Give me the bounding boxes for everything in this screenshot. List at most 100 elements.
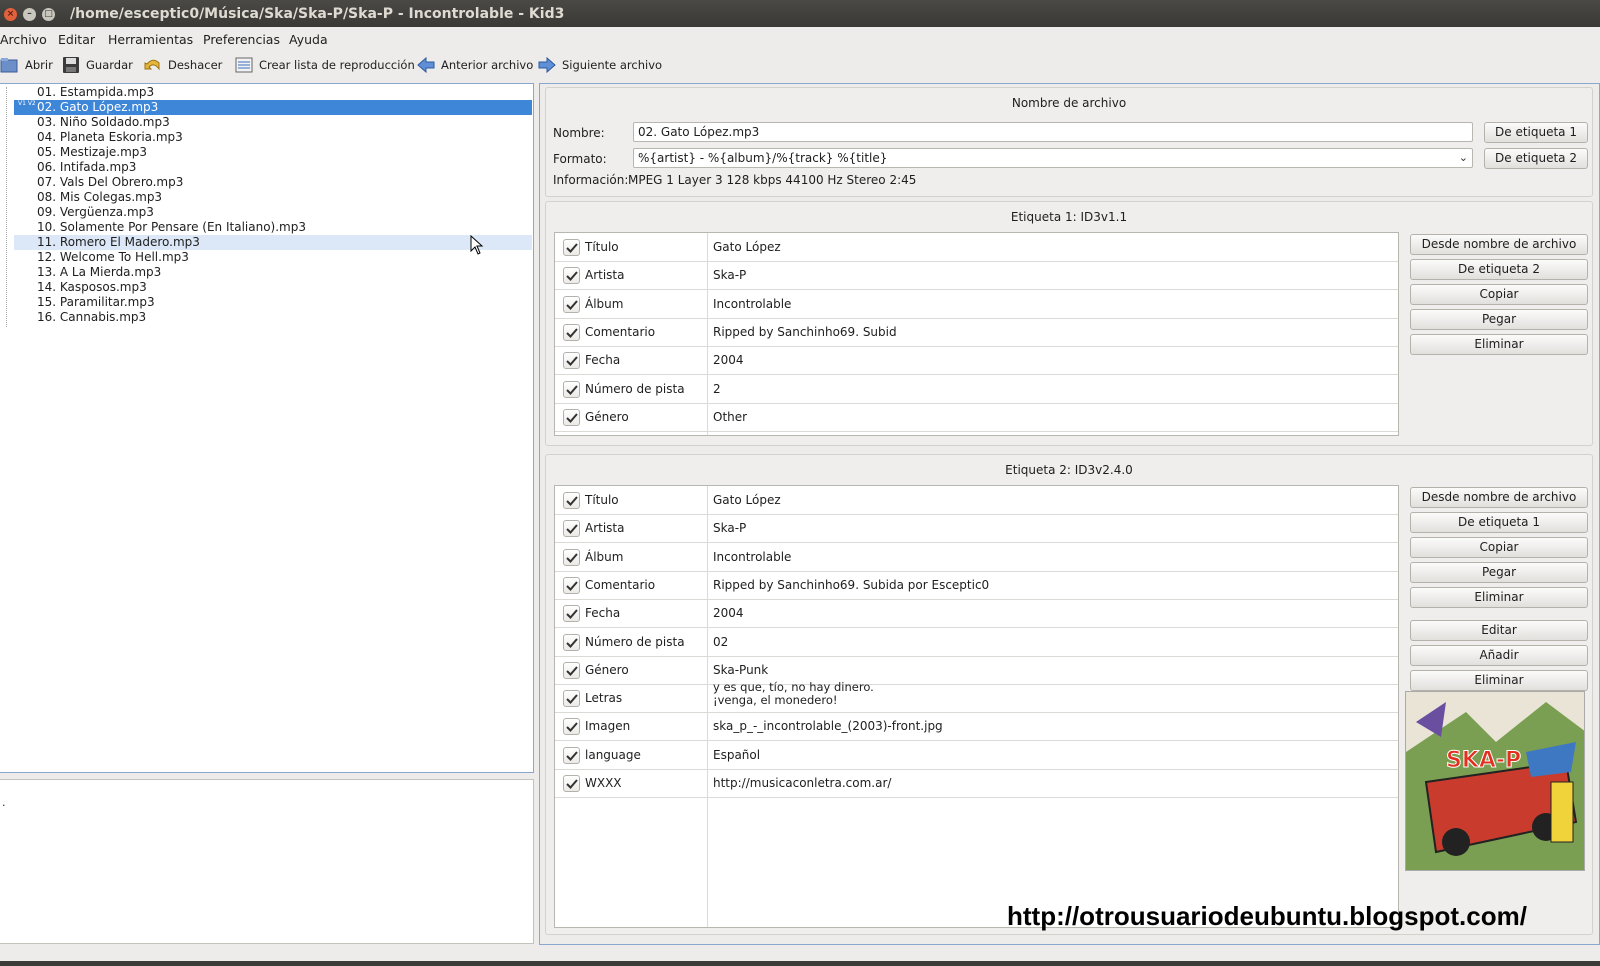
tag-row[interactable]: WXXX http://musicaconletra.com.ar/: [555, 769, 1398, 798]
next-file-button[interactable]: Siguiente archivo: [537, 53, 662, 77]
tag-row[interactable]: Fecha 2004: [555, 346, 1398, 376]
file-list-item[interactable]: 14. Kasposos.mp3: [14, 280, 532, 295]
file-list-item[interactable]: 04. Planeta Eskoria.mp3: [14, 130, 532, 145]
frame-enabled-checkbox[interactable]: [563, 548, 580, 566]
tag2-delete-button[interactable]: Eliminar: [1410, 587, 1588, 608]
info-panel[interactable]: .: [0, 779, 534, 944]
undo-button[interactable]: Deshacer: [143, 53, 222, 77]
tag2-paste-button[interactable]: Pegar: [1410, 562, 1588, 583]
file-list-item[interactable]: 15. Paramilitar.mp3: [14, 295, 532, 310]
tag-field-value[interactable]: ska_p_-_incontrolable_(2003)-front.jpg: [713, 719, 943, 733]
tag-row[interactable]: language Español: [555, 741, 1398, 770]
frame-enabled-checkbox[interactable]: [563, 267, 580, 285]
frame-remove-button[interactable]: Eliminar: [1410, 670, 1588, 691]
frame-enabled-checkbox[interactable]: [563, 408, 580, 426]
frame-enabled-checkbox[interactable]: [563, 718, 580, 736]
frame-enabled-checkbox[interactable]: [563, 576, 580, 594]
file-list-item[interactable]: 11. Romero El Madero.mp3: [14, 235, 532, 250]
filename-input[interactable]: 02. Gato López.mp3: [633, 122, 1473, 142]
frame-enabled-checkbox[interactable]: [563, 380, 580, 398]
tag-row[interactable]: Comentario Ripped by Sanchinho69. Subida …: [555, 571, 1398, 600]
tag-field-value[interactable]: y es que, tío, no hay dinero. ¡venga, el…: [713, 681, 874, 709]
tag-row[interactable]: Artista Ska-P: [555, 261, 1398, 291]
tag-row[interactable]: Álbum Incontrolable: [555, 290, 1398, 319]
tag-field-value[interactable]: 02: [713, 635, 728, 649]
tag-field-value[interactable]: Gato López: [713, 493, 781, 507]
tag-field-value[interactable]: Ripped by Sanchinho69. Subid: [713, 325, 897, 339]
frame-enabled-checkbox[interactable]: [563, 661, 580, 679]
tag-field-value[interactable]: 2004: [713, 606, 744, 620]
tag-row[interactable]: Comentario Ripped by Sanchinho69. Subid: [555, 318, 1398, 347]
maximize-window-button[interactable]: □: [42, 8, 55, 21]
tag-row[interactable]: Género Ska-Punk: [555, 656, 1398, 685]
frame-enabled-checkbox[interactable]: [563, 690, 580, 708]
tag2-copy-button[interactable]: Copiar: [1410, 537, 1588, 558]
tag-row[interactable]: Número de pista 02: [555, 628, 1398, 657]
frame-enabled-checkbox[interactable]: [563, 239, 580, 256]
frame-enabled-checkbox[interactable]: [563, 633, 580, 651]
tag-row[interactable]: Número de pista 2: [555, 375, 1398, 404]
file-list-item[interactable]: 16. Cannabis.mp3: [14, 310, 532, 325]
tag-row[interactable]: Letras y es que, tío, no hay dinero. ¡ven…: [555, 681, 1398, 714]
file-list-item[interactable]: 03. Niño Soldado.mp3: [14, 115, 532, 130]
tag-field-value[interactable]: Ska-Punk: [713, 663, 768, 677]
file-list-item[interactable]: 13. A La Mierda.mp3: [14, 265, 532, 280]
tag-row[interactable]: Artista Ska-P: [555, 514, 1398, 544]
tag-row[interactable]: Género Other: [555, 403, 1398, 432]
format-combobox[interactable]: %{artist} - %{album}/%{track} %{title} ⌄: [633, 148, 1473, 168]
tag2-from-tag1-button[interactable]: De etiqueta 1: [1410, 512, 1588, 533]
tag-row[interactable]: Álbum Incontrolable: [555, 543, 1398, 572]
close-window-button[interactable]: ×: [4, 8, 17, 21]
tag2-table[interactable]: Título Gato López Artista Ska-P Álbum Incontr…: [554, 485, 1399, 928]
file-list-item[interactable]: 05. Mestizaje.mp3: [14, 145, 532, 160]
tag-field-value[interactable]: 2004: [713, 353, 744, 367]
file-list-item[interactable]: 07. Vals Del Obrero.mp3: [14, 175, 532, 190]
tag-field-value[interactable]: 2: [713, 382, 721, 396]
previous-file-button[interactable]: Anterior archivo: [416, 53, 533, 77]
from-tag1-button[interactable]: De etiqueta 1: [1484, 122, 1588, 143]
frame-enabled-checkbox[interactable]: [563, 352, 580, 370]
frame-enabled-checkbox[interactable]: [563, 775, 580, 792]
cover-art-image[interactable]: SKA-P: [1405, 691, 1585, 871]
create-playlist-button[interactable]: Crear lista de reproducción: [234, 53, 415, 77]
tag-field-value[interactable]: Ripped by Sanchinho69. Subida por Escept…: [713, 578, 989, 592]
file-list-item[interactable]: 01. Estampida.mp3: [14, 85, 532, 100]
tag1-delete-button[interactable]: Eliminar: [1410, 334, 1588, 355]
frame-edit-button[interactable]: Editar: [1410, 620, 1588, 641]
file-list-item[interactable]: 10. Solamente Por Pensare (En Italiano).…: [14, 220, 532, 235]
file-list-item[interactable]: 08. Mis Colegas.mp3: [14, 190, 532, 205]
frame-enabled-checkbox[interactable]: [563, 323, 580, 341]
tag-row[interactable]: Imagen ska_p_-_incontrolable_(2003)-front…: [555, 712, 1398, 742]
file-list-item[interactable]: V1 V2 02. Gato López.mp3: [14, 100, 532, 115]
minimize-window-button[interactable]: –: [23, 8, 36, 21]
tag-row[interactable]: Fecha 2004: [555, 599, 1398, 629]
tag-field-value[interactable]: Ska-P: [713, 268, 746, 282]
menu-editar[interactable]: Editar: [58, 32, 95, 47]
menu-preferencias[interactable]: Preferencias: [203, 32, 280, 47]
file-list-item[interactable]: 12. Welcome To Hell.mp3: [14, 250, 532, 265]
tag1-from-filename-button[interactable]: Desde nombre de archivo: [1410, 234, 1588, 255]
tag-row[interactable]: Título Gato López: [555, 233, 1398, 262]
menu-archivo[interactable]: Archivo: [0, 32, 47, 47]
tag2-from-filename-button[interactable]: Desde nombre de archivo: [1410, 487, 1588, 508]
frame-enabled-checkbox[interactable]: [563, 520, 580, 538]
file-list-item[interactable]: 06. Intifada.mp3: [14, 160, 532, 175]
tag-field-value[interactable]: Gato López: [713, 240, 781, 254]
tag-field-value[interactable]: Ska-P: [713, 521, 746, 535]
tag-field-value[interactable]: http://musicaconletra.com.ar/: [713, 776, 891, 790]
save-button[interactable]: Guardar: [61, 53, 133, 77]
tag1-table[interactable]: Título Gato López Artista Ska-P Álbum Incontr…: [554, 232, 1399, 436]
menu-ayuda[interactable]: Ayuda: [289, 32, 328, 47]
frame-enabled-checkbox[interactable]: [563, 746, 580, 764]
file-list-item[interactable]: 09. Vergüenza.mp3: [14, 205, 532, 220]
tag-field-value[interactable]: Incontrolable: [713, 550, 791, 564]
tag-field-value[interactable]: Incontrolable: [713, 297, 791, 311]
menu-herramientas[interactable]: Herramientas: [108, 32, 193, 47]
open-button[interactable]: Abrir: [0, 53, 53, 77]
frame-enabled-checkbox[interactable]: [563, 295, 580, 313]
frame-enabled-checkbox[interactable]: [563, 492, 580, 509]
from-tag2-button[interactable]: De etiqueta 2: [1484, 148, 1588, 169]
tag-field-value[interactable]: Other: [713, 410, 747, 424]
frame-add-button[interactable]: Añadir: [1410, 645, 1588, 666]
tag1-copy-button[interactable]: Copiar: [1410, 284, 1588, 305]
